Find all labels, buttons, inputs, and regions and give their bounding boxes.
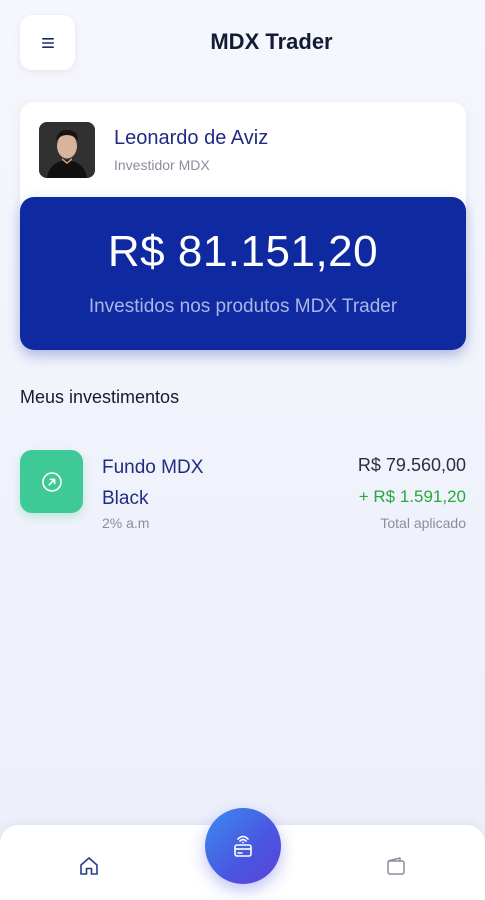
app-screen: MDX Trader Leonardo de Aviz Investidor M… (0, 0, 485, 900)
investment-total-label: Total aplicado (380, 515, 466, 531)
user-name: Leonardo de Aviz (114, 127, 269, 149)
balance-panel: R$ 81.151,20 Investidos nos produtos MDX… (20, 197, 466, 350)
user-role: Investidor MDX (114, 157, 210, 173)
contactless-card-icon (234, 835, 252, 857)
profile-card: Leonardo de Aviz Investidor MDX R$ 81.15… (20, 102, 466, 350)
investment-rate: 2% a.m (102, 515, 150, 531)
investment-name: Fundo MDX Black (102, 457, 204, 509)
home-icon (80, 857, 98, 875)
investment-icon-tile (20, 450, 83, 513)
investment-item[interactable]: Fundo MDX Black 2% a.m R$ 79.560,00 + R$… (20, 450, 466, 540)
investment-gain: + R$ 1.591,20 (358, 487, 466, 506)
balance-caption: Investidos nos produtos MDX Trader (88, 296, 398, 317)
center-action-button[interactable] (205, 808, 281, 884)
investment-total: R$ 79.560,00 (357, 455, 466, 475)
nav-home-button[interactable] (78, 855, 100, 877)
header: MDX Trader (0, 0, 485, 90)
arrow-up-right-circle-icon (41, 471, 62, 492)
nav-wallet-button[interactable] (385, 855, 407, 877)
balance-amount: R$ 81.151,20 (107, 227, 379, 276)
section-title: Meus investimentos (20, 387, 180, 407)
wallet-icon (387, 857, 405, 875)
app-title: MDX Trader (210, 29, 333, 54)
avatar (39, 122, 95, 178)
